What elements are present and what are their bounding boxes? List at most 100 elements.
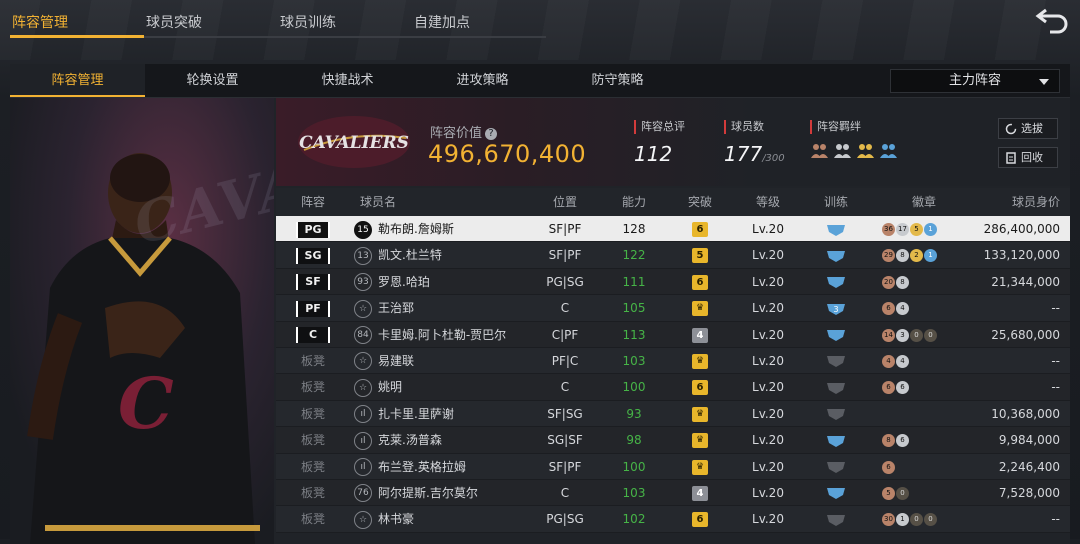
jersey-icon: ☆ [354, 299, 372, 318]
training-shield-icon[interactable] [826, 275, 846, 289]
stat-count-label: 球员数 [724, 120, 785, 134]
cell-training [794, 322, 878, 347]
cell-breakthrough: ♛ [658, 454, 742, 479]
lineup-dropdown[interactable]: 主力阵容 [890, 69, 1060, 93]
col-price: 球员身价 [1011, 195, 1060, 209]
tab-player-breakthrough[interactable]: 球员突破 [144, 8, 278, 38]
cell-badges: 66 [878, 374, 966, 399]
cell-badges: 6 [878, 454, 966, 479]
cell-price: -- [1051, 380, 1060, 395]
slot-bench: 板凳 [300, 512, 325, 527]
tab-lineup-management[interactable]: 阵容管理 [10, 8, 144, 38]
slot-bench: 板凳 [300, 353, 325, 368]
subtab-lineup[interactable]: 阵容管理 [10, 64, 145, 97]
training-shield-icon[interactable] [826, 328, 846, 342]
cell-training [794, 480, 878, 505]
training-shield-icon[interactable] [826, 513, 846, 527]
subtab-offense[interactable]: 进攻策略 [415, 64, 550, 97]
cell-position: PG|SG [546, 512, 584, 527]
jersey-icon: ☆ [354, 352, 372, 371]
tab-custom-points[interactable]: 自建加点 [412, 8, 546, 38]
table-row[interactable]: 板凳 ıl 布兰登.英格拉姆 SF|PF 100 ♛ Lv.20 6 2,246,400 [276, 453, 1070, 480]
breakthrough-icon: 6 [692, 222, 708, 237]
table-row[interactable]: 板凳 ☆ 林书豪 PG|SG 102 6 Lv.20 30 1 0 0 -- [276, 506, 1070, 533]
table-row[interactable]: 板凳 ☆ 易建联 PF|C 103 ♛ Lv.20 4 4 -- [276, 347, 1070, 375]
help-icon[interactable]: ? [485, 127, 498, 140]
badge-icon: 4 [896, 302, 909, 316]
cell-training [794, 427, 878, 452]
cell-rating: 98 [626, 433, 642, 448]
cell-slot: 板凳 [276, 401, 350, 426]
stat-team-bonds: 阵容羁绊 [810, 120, 898, 159]
cell-level: Lv.20 [752, 380, 784, 395]
cell-name: ☆ 姚明 [350, 374, 520, 399]
bond-icons[interactable] [810, 142, 898, 159]
breakthrough-icon: 6 [692, 274, 708, 290]
cell-name: 15 勒布朗.詹姆斯 [350, 216, 520, 241]
table-row[interactable]: 板凳 ıl 克莱.汤普森 SG|SF 98 ♛ Lv.20 8 6 9,984,000 [276, 427, 1070, 454]
recycle-button[interactable]: 回收 [998, 147, 1058, 168]
cell-rating: 102 [622, 512, 646, 527]
slot-bench: 板凳 [300, 380, 325, 395]
cell-rating: 100 [622, 459, 646, 474]
slot-bench: 板凳 [300, 433, 325, 448]
badge-icon: 4 [882, 354, 895, 368]
cell-slot: 板凳 [276, 454, 350, 479]
cell-price: 9,984,000 [998, 433, 1060, 448]
table-row[interactable]: C 84 卡里姆.阿卜杜勒-贾巴尔 C|PF 113 4 Lv.20 14 3 0 0 25,680,… [276, 321, 1070, 348]
breakthrough-icon: 6 [692, 380, 708, 396]
training-shield-icon[interactable]: 3 [826, 302, 846, 316]
table-row[interactable]: SF 93 罗恩.哈珀 PG|SG 111 6 Lv.20 20 8 21,344,000 [276, 268, 1070, 296]
cell-name: 84 卡里姆.阿卜杜勒-贾巴尔 [350, 322, 520, 347]
col-breakthrough: 突破 [687, 195, 712, 209]
subtab-quick-tactics[interactable]: 快捷战术 [280, 64, 415, 97]
training-shield-icon[interactable] [826, 381, 846, 395]
scout-button[interactable]: 选拔 [998, 118, 1058, 139]
cell-rating: 103 [622, 353, 646, 368]
cell-price: -- [1051, 301, 1060, 316]
badge-icon: 6 [896, 381, 909, 395]
stat-total-label: 阵容总评 [634, 120, 685, 134]
subtab-defense[interactable]: 防守策略 [550, 64, 685, 97]
table-row[interactable]: SG 13 凯文.杜兰特 SF|PF 122 5 Lv.20 29 8 2 1 133,120,000 [276, 242, 1070, 269]
training-shield-icon[interactable] [826, 407, 846, 421]
cell-slot: PF [276, 295, 350, 320]
cell-price: 7,528,000 [998, 485, 1060, 500]
player-name: 王治郅 [378, 301, 415, 316]
stat-bond-label: 阵容羁绊 [810, 120, 898, 134]
cell-rating: 93 [626, 406, 642, 421]
cell-position: SF|PF [548, 459, 582, 474]
training-shield-icon[interactable] [826, 434, 846, 448]
training-shield-icon[interactable] [826, 223, 846, 237]
cell-position: C [560, 485, 570, 500]
table-row[interactable]: 板凳 76 阿尔提斯.吉尔莫尔 C 103 4 Lv.20 5 0 7,528,000 [276, 479, 1070, 507]
top-tab-bar: 阵容管理 球员突破 球员训练 自建加点 [10, 8, 546, 40]
training-shield-icon[interactable] [826, 460, 846, 474]
jersey-icon: 13 [354, 246, 372, 265]
player-portrait: CAVALIERS C [10, 98, 274, 544]
recycle-button-label: 回收 [1021, 151, 1043, 164]
badge-icon: 17 [896, 223, 909, 236]
back-arrow-icon[interactable] [1034, 6, 1070, 34]
stat-count-max: /300 [762, 153, 785, 164]
table-row[interactable]: PG 15 勒布朗.詹姆斯 SF|PF 128 6 Lv.20 36 17 5 1 286,400,0… [276, 216, 1070, 243]
slot-tag: PG [296, 221, 330, 238]
cell-rating: 128 [622, 222, 646, 236]
badge-icon: 36 [882, 223, 895, 236]
table-row[interactable]: PF ☆ 王治郅 C 105 ♛ Lv.20 3 6 4 -- [276, 295, 1070, 322]
jersey-icon: ıl [354, 405, 372, 424]
player-name: 易建联 [378, 353, 415, 368]
jersey-icon: 15 [354, 220, 372, 239]
training-shield-icon[interactable] [826, 354, 846, 368]
cell-position: SG|SF [547, 433, 583, 448]
cell-rating: 100 [622, 380, 646, 395]
tab-player-training[interactable]: 球员训练 [278, 8, 412, 38]
sub-tab-bar: 阵容管理 轮换设置 快捷战术 进攻策略 防守策略 主力阵容 [10, 64, 1070, 98]
training-shield-icon[interactable] [826, 249, 846, 263]
player-name: 克莱.汤普森 [378, 433, 442, 448]
cell-name: 93 罗恩.哈珀 [350, 269, 520, 294]
training-shield-icon[interactable] [826, 486, 846, 500]
subtab-rotation[interactable]: 轮换设置 [145, 64, 280, 97]
table-row[interactable]: 板凳 ıl 扎卡里.里萨谢 SF|SG 93 ♛ Lv.20 10,368,000 [276, 400, 1070, 428]
table-row[interactable]: 板凳 ☆ 姚明 C 100 6 Lv.20 6 6 -- [276, 374, 1070, 401]
